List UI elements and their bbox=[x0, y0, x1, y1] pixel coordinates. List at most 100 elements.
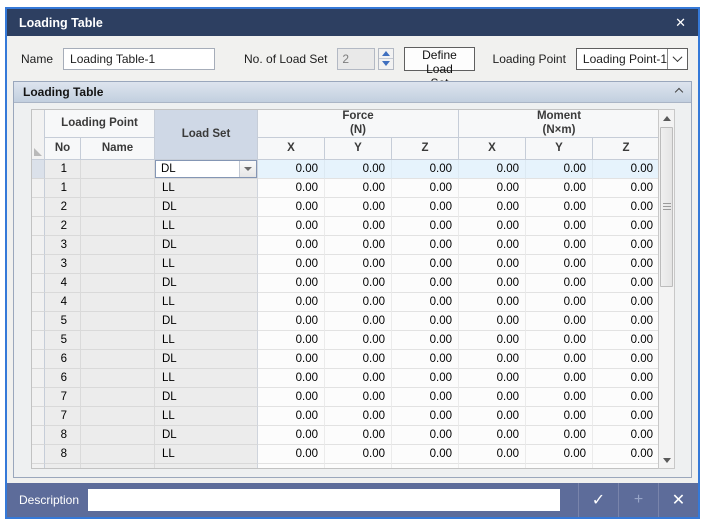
header-force[interactable]: Force (N) bbox=[258, 110, 459, 138]
cell-force-x[interactable]: 0.00 bbox=[258, 426, 325, 445]
cell-moment-z[interactable]: 0.00 bbox=[593, 350, 658, 369]
cell-force-z[interactable]: 0.00 bbox=[392, 312, 459, 331]
loading-point-dropdown-button[interactable] bbox=[667, 49, 687, 69]
row-selector[interactable] bbox=[32, 350, 45, 369]
spinner-up-button[interactable] bbox=[379, 49, 393, 59]
cell-force-y[interactable]: 0.00 bbox=[325, 274, 392, 293]
cell-force-y[interactable]: 0.00 bbox=[325, 236, 392, 255]
cell-force-z[interactable]: 0.00 bbox=[392, 407, 459, 426]
cell-load-set[interactable] bbox=[155, 464, 258, 468]
row-selector[interactable] bbox=[32, 160, 45, 179]
cell-force-z[interactable]: 0.00 bbox=[392, 293, 459, 312]
cell-force-z[interactable]: 0.00 bbox=[392, 236, 459, 255]
row-selector[interactable] bbox=[32, 293, 45, 312]
cell-moment-y[interactable]: 0.00 bbox=[526, 445, 593, 464]
cell-force-y[interactable]: 0.00 bbox=[325, 312, 392, 331]
cell-force-x[interactable]: 0.00 bbox=[258, 388, 325, 407]
cell-moment-z[interactable]: 0.00 bbox=[593, 198, 658, 217]
cell-no[interactable]: 5 bbox=[45, 331, 81, 350]
cell-name[interactable] bbox=[81, 331, 155, 350]
cell-value[interactable] bbox=[325, 464, 392, 468]
header-force-z[interactable]: Z bbox=[392, 138, 459, 160]
header-moment-z[interactable]: Z bbox=[593, 138, 658, 160]
row-selector[interactable] bbox=[32, 388, 45, 407]
cell-moment-y[interactable]: 0.00 bbox=[526, 255, 593, 274]
header-name[interactable]: Name bbox=[81, 138, 155, 160]
cell-load-set[interactable]: DL bbox=[155, 198, 258, 217]
cell-force-x[interactable]: 0.00 bbox=[258, 331, 325, 350]
row-selector[interactable] bbox=[32, 407, 45, 426]
cell-load-set[interactable]: DL bbox=[155, 312, 258, 331]
cell-moment-y[interactable]: 0.00 bbox=[526, 293, 593, 312]
cell-name[interactable] bbox=[81, 464, 155, 468]
row-selector[interactable] bbox=[32, 331, 45, 350]
cell-no[interactable]: 1 bbox=[45, 179, 81, 198]
cell-moment-y[interactable]: 0.00 bbox=[526, 388, 593, 407]
cell-force-z[interactable]: 0.00 bbox=[392, 331, 459, 350]
cell-force-x[interactable]: 0.00 bbox=[258, 236, 325, 255]
header-no[interactable]: No bbox=[45, 138, 81, 160]
cell-force-x[interactable]: 0.00 bbox=[258, 198, 325, 217]
cell-force-x[interactable]: 0.00 bbox=[258, 369, 325, 388]
vertical-scrollbar[interactable] bbox=[658, 109, 675, 469]
cell-name[interactable] bbox=[81, 255, 155, 274]
cell-moment-y[interactable]: 0.00 bbox=[526, 331, 593, 350]
scroll-up-button[interactable] bbox=[659, 110, 674, 126]
cell-moment-x[interactable]: 0.00 bbox=[459, 293, 526, 312]
add-button[interactable]: + bbox=[619, 483, 658, 517]
cell-name[interactable] bbox=[81, 350, 155, 369]
cell-force-z[interactable]: 0.00 bbox=[392, 426, 459, 445]
row-selector[interactable] bbox=[32, 312, 45, 331]
cell-moment-z[interactable]: 0.00 bbox=[593, 179, 658, 198]
cell-no[interactable]: 5 bbox=[45, 312, 81, 331]
cell-no[interactable]: 6 bbox=[45, 350, 81, 369]
cell-force-z[interactable]: 0.00 bbox=[392, 255, 459, 274]
cell-value[interactable] bbox=[459, 464, 526, 468]
cell-force-x[interactable]: 0.00 bbox=[258, 407, 325, 426]
cell-moment-y[interactable]: 0.00 bbox=[526, 312, 593, 331]
cell-load-set[interactable]: LL bbox=[155, 293, 258, 312]
cell-moment-x[interactable]: 0.00 bbox=[459, 426, 526, 445]
cell-moment-z[interactable]: 0.00 bbox=[593, 407, 658, 426]
grid-corner-cell[interactable] bbox=[32, 110, 45, 160]
row-selector[interactable] bbox=[32, 217, 45, 236]
header-moment-x[interactable]: X bbox=[459, 138, 526, 160]
cell-load-set[interactable]: LL bbox=[155, 255, 258, 274]
cell-load-set[interactable]: LL bbox=[155, 331, 258, 350]
row-selector[interactable] bbox=[32, 464, 45, 468]
description-input[interactable] bbox=[88, 489, 560, 511]
cell-moment-z[interactable]: 0.00 bbox=[593, 255, 658, 274]
cell-force-x[interactable]: 0.00 bbox=[258, 255, 325, 274]
cell-force-z[interactable]: 0.00 bbox=[392, 160, 459, 179]
scrollbar-thumb[interactable] bbox=[660, 127, 673, 287]
row-selector[interactable] bbox=[32, 369, 45, 388]
cell-no[interactable]: 4 bbox=[45, 293, 81, 312]
cell-name[interactable] bbox=[81, 293, 155, 312]
cell-force-x[interactable]: 0.00 bbox=[258, 179, 325, 198]
cell-force-x[interactable]: 0.00 bbox=[258, 217, 325, 236]
row-selector[interactable] bbox=[32, 426, 45, 445]
cell-value[interactable] bbox=[526, 464, 593, 468]
cell-force-x[interactable]: 0.00 bbox=[258, 312, 325, 331]
cell-load-set[interactable]: LL bbox=[155, 217, 258, 236]
cell-no[interactable]: 2 bbox=[45, 198, 81, 217]
cell-force-z[interactable]: 0.00 bbox=[392, 350, 459, 369]
cell-value[interactable] bbox=[258, 464, 325, 468]
cell-moment-y[interactable]: 0.00 bbox=[526, 369, 593, 388]
cell-name[interactable] bbox=[81, 407, 155, 426]
cell-no[interactable]: 1 bbox=[45, 160, 81, 179]
cell-moment-z[interactable]: 0.00 bbox=[593, 388, 658, 407]
cell-moment-y[interactable]: 0.00 bbox=[526, 198, 593, 217]
cell-name[interactable] bbox=[81, 369, 155, 388]
cell-name[interactable] bbox=[81, 274, 155, 293]
cell-moment-z[interactable]: 0.00 bbox=[593, 217, 658, 236]
cell-name[interactable] bbox=[81, 198, 155, 217]
cell-moment-y[interactable]: 0.00 bbox=[526, 350, 593, 369]
cell-moment-z[interactable]: 0.00 bbox=[593, 274, 658, 293]
row-selector[interactable] bbox=[32, 255, 45, 274]
cell-name[interactable] bbox=[81, 445, 155, 464]
cell-name[interactable] bbox=[81, 179, 155, 198]
scrollbar-track[interactable] bbox=[659, 126, 674, 452]
cell-moment-y[interactable]: 0.00 bbox=[526, 217, 593, 236]
cell-force-z[interactable]: 0.00 bbox=[392, 369, 459, 388]
